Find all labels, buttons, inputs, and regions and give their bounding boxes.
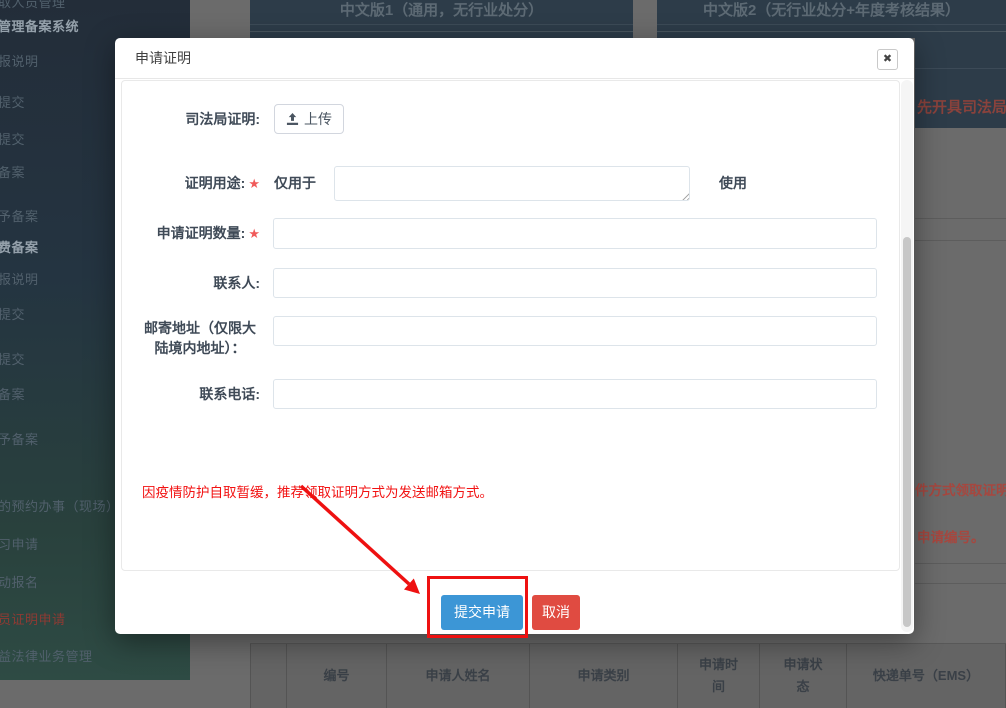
form-row-phone: 联系电话: <box>122 379 899 409</box>
table-header-cell-5: 申请状态 <box>760 644 847 708</box>
label-contact: 联系人: <box>122 268 260 298</box>
top-panels-strip: 中文版1（通用，无行业处分） 中文版2（无行业处分+年度考核结果） <box>190 0 1006 38</box>
form-row-contact: 联系人: <box>122 268 899 298</box>
close-icon[interactable]: ✖ <box>877 49 898 70</box>
label-address: 邮寄地址（仅限大陆境内地址）： <box>140 318 260 358</box>
table-header-cell-3: 申请类别 <box>530 644 678 708</box>
form-row-justice-cert: 司法局证明: 上传 <box>122 104 899 134</box>
background-right-dark-panel: 先开具司法局证 <box>915 38 1006 128</box>
panel-cnv2: 中文版2（无行业处分+年度考核结果） <box>657 0 1006 38</box>
panel-cnv2-title: 中文版2（无行业处分+年度考核结果） <box>657 0 1006 20</box>
submit-application-button[interactable]: 提交申请 <box>441 595 523 630</box>
page: { "sidebar": { "items": [ {"label": "取人员… <box>0 0 1006 680</box>
background-table-header: 编号申请人姓名申请类别申请时间申请状态快递单号（EMS） <box>250 643 1006 708</box>
sidebar-item-1[interactable]: 管理备案系统 <box>0 18 198 36</box>
contact-input[interactable] <box>273 268 877 298</box>
table-header-cell-4: 申请时间 <box>678 644 760 708</box>
purpose-suffix-label: 使用 <box>719 168 747 198</box>
label-purpose: 证明用途:★ <box>122 168 260 199</box>
phone-input[interactable] <box>273 379 877 409</box>
panel-cnv1: 中文版1（通用，无行业处分） <box>250 0 633 38</box>
required-star: ★ <box>248 176 260 191</box>
upload-icon <box>286 113 299 126</box>
form-panel: 司法局证明: 上传 证明用途:★ 仅用于 使用 申请证明数量:★ 联系人: <box>121 80 900 571</box>
modal-scrollbar-thumb[interactable] <box>903 237 911 627</box>
quantity-input[interactable] <box>273 218 877 249</box>
table-header-cell-0 <box>250 644 287 708</box>
upload-button-label: 上传 <box>304 109 332 129</box>
cancel-button[interactable]: 取消 <box>532 595 580 630</box>
form-row-purpose: 证明用途:★ 仅用于 使用 <box>122 166 899 201</box>
upload-button[interactable]: 上传 <box>274 104 344 134</box>
sidebar-item-0[interactable]: 取人员管理 <box>0 0 198 12</box>
modal-header: 申请证明 ✖ <box>115 38 914 79</box>
form-row-address: 邮寄地址（仅限大陆境内地址）： <box>122 316 899 346</box>
background-notice-fragment-low: 申请编号。 <box>917 526 985 546</box>
modal-title: 申请证明 <box>135 38 191 79</box>
purpose-textarea[interactable] <box>334 166 690 201</box>
modal-scrollbar-track[interactable] <box>901 80 913 632</box>
label-justice-cert: 司法局证明: <box>122 104 260 134</box>
label-phone: 联系电话: <box>122 379 260 409</box>
purpose-prefix-label: 仅用于 <box>274 168 316 198</box>
table-header-cell-1: 编号 <box>287 644 387 708</box>
form-row-quantity: 申请证明数量:★ <box>122 218 899 249</box>
address-input[interactable] <box>273 316 877 346</box>
background-right-column: 先开具司法局证 件方式领取证明 申请编号。 <box>915 38 1006 680</box>
table-header-cell-2: 申请人姓名 <box>387 644 530 708</box>
label-quantity: 申请证明数量:★ <box>122 218 260 249</box>
panel-cnv1-title: 中文版1（通用，无行业处分） <box>250 0 633 20</box>
background-notice-fragment-dark: 先开具司法局证 <box>917 96 1006 117</box>
covid-notice-text: 因疫情防护自取暂缓，推荐领取证明方式为发送邮箱方式。 <box>142 481 493 501</box>
sidebar-item-17[interactable]: 益法律业务管理 <box>0 648 198 666</box>
apply-certificate-modal: 申请证明 ✖ 司法局证明: 上传 证明用途:★ 仅用于 使用 申请证明数量:★ <box>115 38 914 634</box>
required-star: ★ <box>248 226 260 241</box>
background-notice-fragment-mid: 件方式领取证明 <box>915 479 1006 499</box>
table-header-cell-6: 快递单号（EMS） <box>847 644 1006 708</box>
